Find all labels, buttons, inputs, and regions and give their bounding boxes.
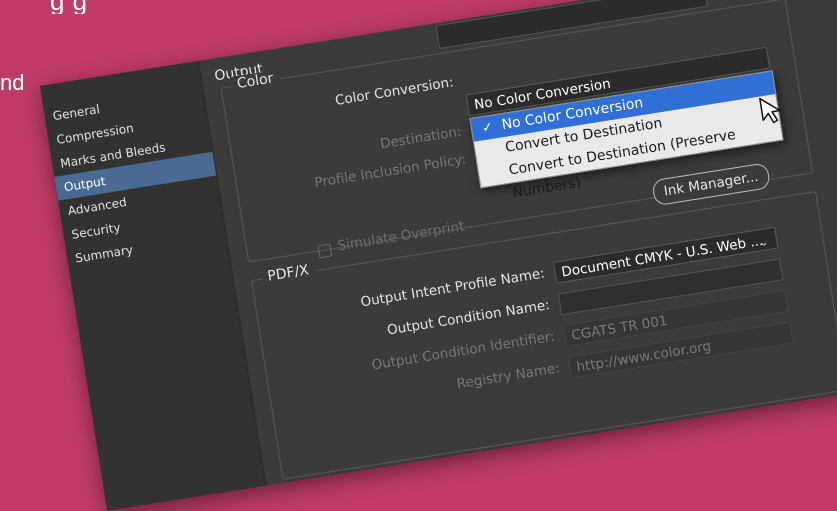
main-panel: Output ⌄ Color Color Conversion: No Colo… (208, 0, 837, 484)
check-icon: ✓ (480, 119, 495, 137)
background-text-clip: g g (0, 0, 360, 14)
mouse-pointer-icon (759, 97, 781, 124)
background-text-top: g g (50, 0, 88, 14)
simulate-overprint-checkbox[interactable] (317, 243, 333, 259)
pdfx-group-legend: PDF/X (260, 261, 316, 286)
ink-manager-button[interactable]: Ink Manager... (651, 162, 771, 207)
chevron-down-icon: ⌄ (758, 235, 770, 250)
export-pdf-dialog: General Compression Marks and Bleeds Out… (40, 0, 837, 511)
chevron-down-icon: ⌄ (687, 0, 698, 2)
background-text-left: nd (0, 70, 25, 95)
